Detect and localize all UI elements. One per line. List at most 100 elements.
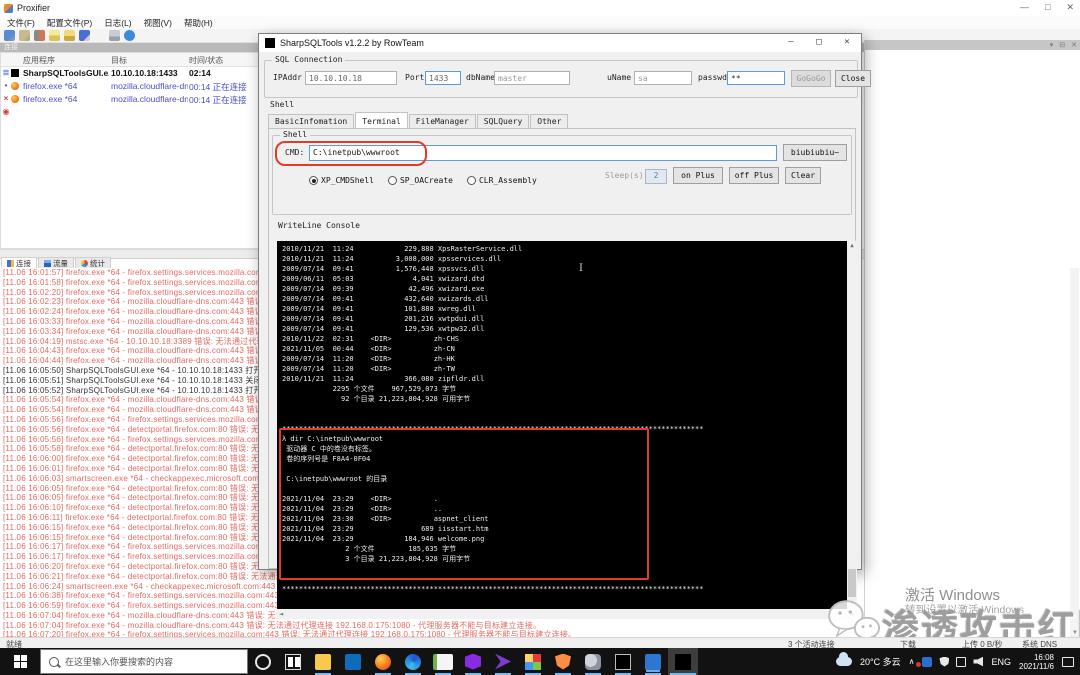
start-button[interactable] [0, 648, 40, 675]
tb-log-icon[interactable] [49, 30, 60, 41]
scroll-thumb[interactable] [848, 569, 856, 597]
column-header: 应用程序 [23, 56, 55, 65]
store-taskbar-button[interactable] [338, 648, 368, 675]
rec-icon[interactable]: ◉ [3, 105, 10, 118]
proxapp-taskbar-button[interactable] [578, 648, 608, 675]
dot-icon[interactable]: • [5, 79, 8, 92]
firefox-taskbar-button[interactable] [368, 648, 398, 675]
menu-item[interactable]: 配置文件(P) [42, 16, 97, 30]
edge-taskbar-button[interactable] [398, 648, 428, 675]
tb-profile-icon[interactable] [4, 30, 15, 41]
rdpapp-taskbar-button[interactable] [638, 648, 668, 675]
sharpapp-icon [675, 653, 691, 670]
defender-icon[interactable] [922, 656, 933, 667]
tab-流量[interactable]: 流量 [38, 257, 74, 268]
sharpapp-taskbar-button[interactable] [668, 648, 698, 675]
close-button[interactable]: Close [835, 70, 871, 87]
vstudio-taskbar-button[interactable] [458, 648, 488, 675]
cmdapp-icon [615, 653, 631, 670]
vstudio2-taskbar-button[interactable] [488, 648, 518, 675]
chevron-down-icon[interactable]: ▾ [1050, 41, 1054, 49]
tab-terminal[interactable]: Terminal [355, 112, 408, 128]
tb-plug-icon[interactable] [34, 30, 45, 41]
radio-clr_assembly[interactable]: CLR_Assembly [466, 176, 537, 185]
scroll-down-icon[interactable]: ▼ [847, 599, 857, 609]
close-icon[interactable]: ✕ [833, 34, 861, 52]
scroll-left-icon[interactable]: ◄ [279, 610, 283, 618]
volume-tray-icon[interactable] [973, 656, 984, 667]
maximize-icon[interactable]: □ [805, 34, 833, 52]
colorgrid-taskbar-button[interactable] [518, 648, 548, 675]
tb-settings-icon[interactable] [19, 30, 30, 41]
off-plus-button[interactable]: off Plus [729, 167, 779, 184]
scroll-up-icon[interactable]: ▲ [847, 241, 857, 251]
clock[interactable]: 16:08 2021/11/6 [1019, 653, 1054, 671]
right-panel-header: ▾ ⊟ ✕ [865, 40, 1080, 50]
connection-app: firefox.exe *64 [23, 81, 78, 91]
shieldapp-taskbar-button[interactable] [548, 648, 578, 675]
radio-circle-icon [387, 176, 397, 185]
language-indicator[interactable]: ENG [991, 657, 1011, 667]
console-horizontal-scrollbar[interactable]: ◄ ► [277, 609, 857, 619]
menu-item[interactable]: 日志(L) [99, 16, 136, 30]
tree-icon[interactable]: ≣ [3, 66, 10, 79]
minimize-icon[interactable]: — [777, 34, 805, 52]
tb-help-icon[interactable] [124, 30, 135, 41]
tb-view-icon[interactable] [94, 30, 105, 41]
ipaddr-field[interactable]: 10.10.10.18 [305, 71, 397, 85]
connection-status: 00:14 正在连接 [189, 95, 247, 105]
uname-field[interactable]: sa [634, 71, 692, 85]
close-icon[interactable]: ✕ [1066, 2, 1074, 13]
minimize-icon[interactable]: — [1020, 2, 1029, 13]
clear-button[interactable]: Clear [785, 167, 821, 184]
sleep-input[interactable]: 2 [645, 169, 667, 184]
notification-center-icon[interactable] [1062, 656, 1074, 667]
close-panel-icon[interactable]: ✕ [1071, 41, 1077, 49]
weather-text[interactable]: 20°C 多云 [860, 655, 901, 668]
tb-open-icon[interactable] [64, 30, 75, 41]
cortana-taskbar-button[interactable] [248, 648, 278, 675]
port-field[interactable]: 1433 [425, 71, 461, 85]
pin-icon[interactable]: ⊟ [1059, 41, 1065, 49]
weather-icon[interactable] [836, 652, 852, 666]
console-line: 92 个目录 21,223,804,928 可用字节 [282, 395, 471, 403]
tab-连接[interactable]: 连接 [1, 257, 37, 268]
tb-print-icon[interactable] [109, 30, 120, 41]
biubiubiu-button[interactable]: biubiubiu~ [783, 144, 847, 161]
network-tray-icon[interactable] [956, 656, 967, 667]
console-line: 2295 个文件 967,529,073 字节 [282, 385, 457, 393]
scroll-right-icon[interactable]: ► [851, 610, 855, 618]
taskbar-search[interactable]: 在这里输入你要搜索的内容 [40, 649, 248, 674]
menu-item[interactable]: 帮助(H) [179, 16, 218, 30]
menu-item[interactable]: 视图(V) [139, 16, 177, 30]
log-scrollbar[interactable]: ▼ [1070, 268, 1079, 637]
radio-sp_oacreate[interactable]: SP_OACreate [387, 176, 453, 185]
search-icon [49, 656, 59, 667]
menu-item[interactable]: 文件(F) [2, 16, 40, 30]
shell-radios: XP_CMDShell SP_OACreate CLR_Assembly [309, 170, 551, 189]
console-vertical-scrollbar[interactable]: ▲ ▼ [847, 241, 857, 609]
on-plus-button[interactable]: on Plus [673, 167, 723, 184]
dbname-field[interactable]: master [494, 71, 570, 85]
hidden-icons-chevron[interactable]: ∧ [909, 657, 915, 666]
passwd-field[interactable]: ** [727, 71, 785, 85]
cmdapp-taskbar-button[interactable] [608, 648, 638, 675]
tab-统计[interactable]: 统计 [75, 257, 111, 268]
shell-outer-group: Shell BasicInfomation Terminal FileManager… [264, 100, 857, 619]
console-line: 2009/07/14 11:20 <DIR> zh-TW [282, 365, 455, 373]
radio-xp_cmdshell[interactable]: XP_CMDShell [309, 176, 374, 185]
taskview-taskbar-button[interactable] [278, 648, 308, 675]
xred-icon[interactable]: × [4, 92, 9, 105]
system-tray: 20°C 多云 ∧ ENG 16:08 2021/11/6 [836, 648, 1080, 675]
console-output[interactable]: 2010/11/21 11:24 229,888 XpsRasterServic… [277, 241, 857, 609]
gogogo-button[interactable]: GoGoGo [791, 70, 831, 87]
connection-target: mozilla.cloudflare-dns.c... [111, 94, 188, 104]
explorer-taskbar-button[interactable] [308, 648, 338, 675]
notepad-taskbar-button[interactable] [428, 648, 458, 675]
maximize-icon[interactable]: □ [1045, 2, 1050, 13]
shield-tray-icon[interactable] [939, 656, 950, 667]
sharpsql-titlebar[interactable]: SharpSQLTools v1.2.2 by RowTeam — □ ✕ [259, 34, 861, 52]
scroll-down-icon[interactable]: ▼ [1072, 630, 1078, 636]
tb-save-icon[interactable] [79, 30, 90, 41]
